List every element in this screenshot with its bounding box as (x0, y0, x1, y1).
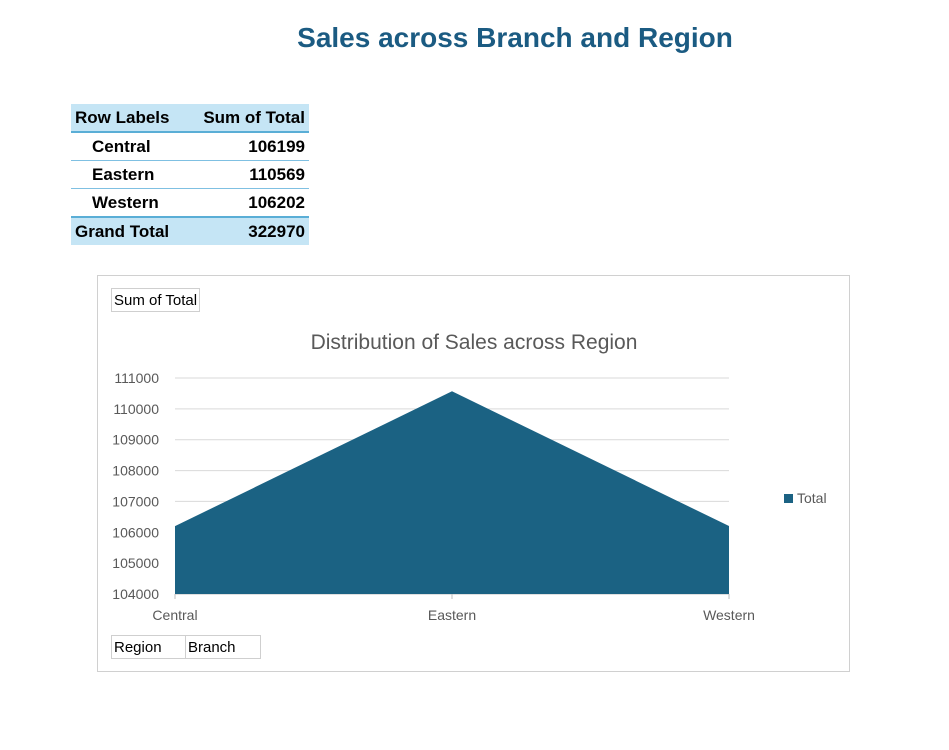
pivot-row[interactable]: Eastern 110569 (71, 160, 309, 189)
y-tick-label: 104000 (112, 586, 159, 602)
x-axis: Central Eastern Western (152, 594, 755, 623)
page-title: Sales across Branch and Region (297, 22, 733, 53)
x-tick-label: Eastern (428, 607, 476, 623)
pivot-table: Row Labels Sum of Total Central 106199 E… (71, 104, 309, 245)
x-tick-label: Central (152, 607, 197, 623)
pivot-grand-total-row[interactable]: Grand Total 322970 (71, 216, 309, 245)
chart-title: Distribution of Sales across Region (311, 331, 638, 354)
pivot-row-value: 106202 (197, 188, 309, 218)
y-axis: 111000 110000 109000 108000 107000 106000 1050… (112, 370, 159, 602)
grand-total-value: 322970 (197, 216, 309, 245)
y-tick-label: 111000 (114, 370, 159, 386)
area-series-total[interactable] (175, 391, 729, 594)
chart-canvas: Distribution of Sales across Region 1110… (112, 331, 827, 623)
region-field-button[interactable]: Region (111, 635, 186, 659)
y-tick-label: 109000 (112, 432, 159, 448)
pivot-row[interactable]: Western 106202 (71, 188, 309, 218)
branch-field-button[interactable]: Branch (185, 635, 261, 659)
legend[interactable]: Total (784, 490, 827, 506)
pivot-row-label: Eastern (71, 160, 197, 189)
y-tick-label: 106000 (112, 524, 159, 540)
pivot-row[interactable]: Central 106199 (71, 132, 309, 161)
y-tick-label: 108000 (112, 463, 159, 479)
pivot-row-label: Western (71, 188, 197, 218)
x-tick-label: Western (703, 607, 755, 623)
y-tick-label: 110000 (113, 401, 159, 417)
legend-label-total: Total (797, 490, 827, 506)
grand-total-label: Grand Total (71, 216, 197, 245)
area-series (174, 391, 730, 594)
y-tick-label: 107000 (112, 493, 159, 509)
pivot-row-value: 110569 (197, 160, 309, 189)
pivot-row-value: 106199 (197, 132, 309, 161)
pivot-row-label: Central (71, 132, 197, 161)
row-labels-header[interactable]: Row Labels (71, 104, 197, 133)
legend-swatch-total (784, 494, 793, 503)
sum-of-total-header[interactable]: Sum of Total (197, 104, 309, 133)
pivot-chart[interactable]: Sum of Total Distribution of Sales acros… (97, 275, 850, 672)
pivot-header-row: Row Labels Sum of Total (71, 104, 309, 133)
y-tick-label: 105000 (112, 555, 159, 571)
